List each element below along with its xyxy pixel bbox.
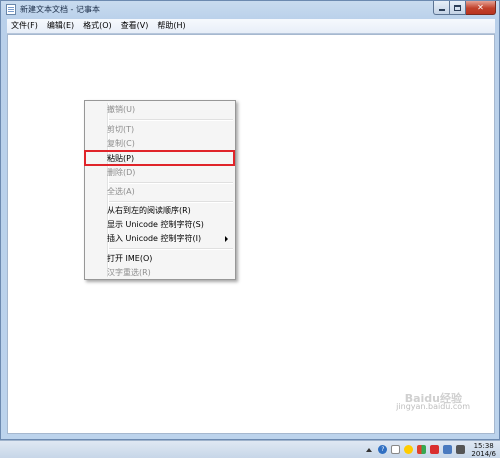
clock-date: 2014/6 — [471, 449, 496, 458]
network-icon[interactable] — [443, 445, 453, 454]
minimize-button[interactable] — [433, 1, 450, 15]
window-title: 新建文本文档 - 记事本 — [20, 5, 100, 14]
minimize-icon — [438, 9, 445, 11]
notepad-icon — [6, 4, 16, 15]
menu-bar: 文件(F) 编辑(E) 格式(O) 查看(V) 帮助(H) — [7, 19, 495, 34]
context-menu: 撤销(U) 剪切(T) 复制(C) 粘贴(P) 删除(D) 全选(A) 从右到左… — [84, 100, 236, 280]
menu-separator — [109, 182, 233, 184]
paste-highlight-box — [84, 150, 235, 166]
menu-edit[interactable]: 编辑(E) — [43, 19, 78, 33]
flag-icon[interactable] — [417, 445, 427, 454]
clock-time: 15:38 — [473, 441, 494, 450]
help-icon[interactable]: ? — [378, 445, 388, 454]
menu-item-delete[interactable]: 删除(D) — [107, 166, 233, 179]
menu-item-undo[interactable]: 撤销(U) — [107, 103, 233, 116]
show-hidden-icons-arrow-icon[interactable] — [366, 447, 373, 452]
title-bar[interactable]: 新建文本文档 - 记事本 ✕ — [1, 1, 499, 19]
menu-item-insert-unicode[interactable]: 插入 Unicode 控制字符(I) — [107, 232, 233, 245]
menu-item-show-unicode[interactable]: 显示 Unicode 控制字符(S) — [107, 218, 233, 231]
menu-item-reconversion[interactable]: 汉字重选(R) — [107, 266, 233, 279]
menu-separator — [109, 248, 233, 250]
menu-item-select-all[interactable]: 全选(A) — [107, 185, 233, 198]
menu-help[interactable]: 帮助(H) — [153, 19, 189, 33]
volume-icon[interactable] — [456, 445, 466, 454]
maximize-button[interactable] — [450, 1, 466, 15]
menu-separator — [109, 119, 233, 121]
close-button[interactable]: ✕ — [466, 1, 496, 15]
close-icon: ✕ — [477, 3, 484, 12]
menu-view[interactable]: 查看(V) — [117, 19, 153, 33]
menu-item-insert-unicode-label: 插入 Unicode 控制字符(I) — [107, 234, 202, 243]
submenu-arrow-icon — [225, 236, 228, 242]
menu-item-cut[interactable]: 剪切(T) — [107, 123, 233, 136]
clock[interactable]: 15:38 2014/6 — [469, 442, 500, 458]
menu-format[interactable]: 格式(O) — [79, 19, 116, 33]
ime-icon[interactable] — [391, 445, 401, 454]
menu-item-rtl-reading[interactable]: 从右到左的阅读顺序(R) — [107, 204, 233, 217]
menu-item-open-ime[interactable]: 打开 IME(O) — [107, 252, 233, 265]
watermark-url: jingyan.baidu.com — [396, 402, 470, 411]
notepad-window: 新建文本文档 - 记事本 ✕ 文件(F) 编辑(E) 格式(O) 查看(V) 帮… — [0, 0, 500, 440]
qq-icon[interactable] — [404, 445, 414, 454]
menu-file[interactable]: 文件(F) — [7, 19, 42, 33]
maximize-icon — [454, 4, 461, 11]
menu-separator — [109, 201, 233, 203]
system-tray: ? 15:38 2014/6 — [366, 441, 500, 458]
text-editor-area[interactable] — [7, 34, 495, 434]
menu-item-copy[interactable]: 复制(C) — [107, 137, 233, 150]
security-icon[interactable] — [430, 445, 440, 454]
taskbar: ? 15:38 2014/6 — [0, 440, 500, 458]
